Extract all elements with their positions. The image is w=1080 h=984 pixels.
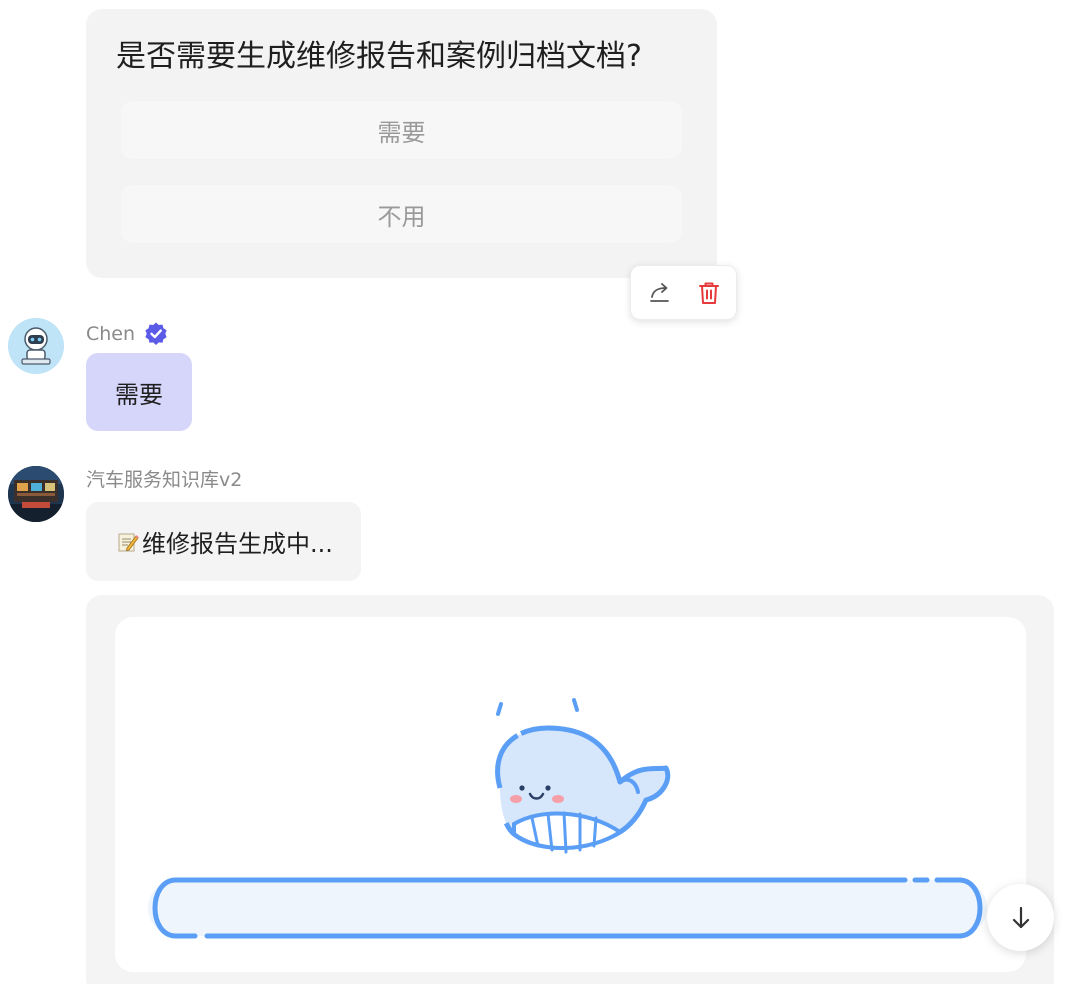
verified-badge-icon <box>145 322 167 345</box>
question-card: 是否需要生成维修报告和案例归档文档? 需要 不用 <box>86 9 717 278</box>
memo-icon <box>118 533 139 551</box>
question-title: 是否需要生成维修报告和案例归档文档? <box>116 39 642 74</box>
bot-message-bubble: 维修报告生成中... <box>86 502 361 581</box>
bot-avatar[interactable] <box>8 466 64 522</box>
scroll-to-bottom-button[interactable] <box>987 884 1054 951</box>
bot-name: 汽车服务知识库v2 <box>86 469 243 491</box>
report-loading-card <box>86 595 1054 984</box>
user-avatar[interactable] <box>8 318 64 374</box>
message-action-popover <box>630 265 737 320</box>
progress-track <box>148 877 987 939</box>
whale-icon <box>495 698 671 854</box>
bot-message-text: 维修报告生成中... <box>142 530 333 558</box>
user-message-bubble: 需要 <box>86 353 192 431</box>
arrow-down-icon <box>1012 906 1029 928</box>
option-button-no-need[interactable]: 不用 <box>121 185 682 243</box>
report-loading-panel <box>115 617 1026 972</box>
user-name: Chen <box>86 323 136 345</box>
chat-page: 是否需要生成维修报告和案例归档文档? 需要 不用 Chen 需要 汽车服务知识库… <box>0 0 1080 984</box>
trash-icon[interactable] <box>696 280 722 306</box>
share-icon[interactable] <box>647 280 673 306</box>
option-button-need[interactable]: 需要 <box>121 101 682 159</box>
user-name-row: Chen <box>86 320 169 348</box>
